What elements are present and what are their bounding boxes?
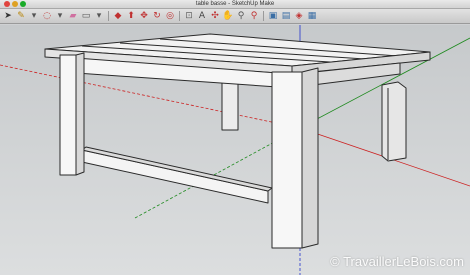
dropdown-arrow[interactable]: ▾ xyxy=(54,10,66,22)
extensions-tool[interactable]: ◈ xyxy=(293,10,305,22)
text-tool[interactable]: A xyxy=(196,10,208,22)
table-leg-back-left xyxy=(221,79,239,131)
toolbar-separator xyxy=(179,11,180,21)
eraser-tool[interactable]: ▰ xyxy=(67,10,79,22)
rotate-tool[interactable]: ↻ xyxy=(151,10,163,22)
toolbar-separator xyxy=(263,11,264,21)
watermark-text: TravaillerLeBois.com xyxy=(343,254,464,269)
toolbar-separator xyxy=(108,11,109,21)
layout-tool[interactable]: ▦ xyxy=(306,10,318,22)
offset-tool[interactable]: ◎ xyxy=(164,10,176,22)
table-leg-back-right xyxy=(381,81,407,162)
zoom-extents-tool[interactable]: ⚲ xyxy=(248,10,260,22)
tape-measure-tool[interactable]: ⊡ xyxy=(183,10,195,22)
push-pull-tool[interactable]: ⬆ xyxy=(125,10,137,22)
model-viewport[interactable]: © TravaillerLeBois.com xyxy=(0,25,470,275)
model-canvas[interactable] xyxy=(0,25,470,275)
pan-tool[interactable]: ✋ xyxy=(222,10,234,22)
watermark: © TravaillerLeBois.com xyxy=(330,254,464,269)
paint-bucket-tool[interactable]: ◆ xyxy=(112,10,124,22)
zoom-tool[interactable]: ⚲ xyxy=(235,10,247,22)
dropdown-arrow[interactable]: ▾ xyxy=(93,10,105,22)
warehouse-tool[interactable]: ▣ xyxy=(267,10,279,22)
window-titlebar: table basse - SketchUp Make xyxy=(0,0,470,9)
components-tool[interactable]: ▤ xyxy=(280,10,292,22)
orbit-tool[interactable]: ✣ xyxy=(209,10,221,22)
table-leg-front-left xyxy=(59,54,77,176)
rectangle-tool[interactable]: ▭ xyxy=(80,10,92,22)
pencil-tool[interactable]: ✎ xyxy=(15,10,27,22)
move-tool[interactable]: ✥ xyxy=(138,10,150,22)
select-tool[interactable]: ➤ xyxy=(2,10,14,22)
window-title: table basse - SketchUp Make xyxy=(195,1,275,7)
tools-toolbar: ➤ ✎ ▾ ◌ ▾ ▰ ▭ ▾ ◆ ⬆ ✥ ↻ ◎ ⊡ A ✣ ✋ ⚲ ⚲ ▣ ▤ ◈ ▦ xyxy=(0,9,470,24)
lasso-tool[interactable]: ◌ xyxy=(41,10,53,22)
dropdown-arrow[interactable]: ▾ xyxy=(28,10,40,22)
table-leg-front-right xyxy=(271,71,303,249)
